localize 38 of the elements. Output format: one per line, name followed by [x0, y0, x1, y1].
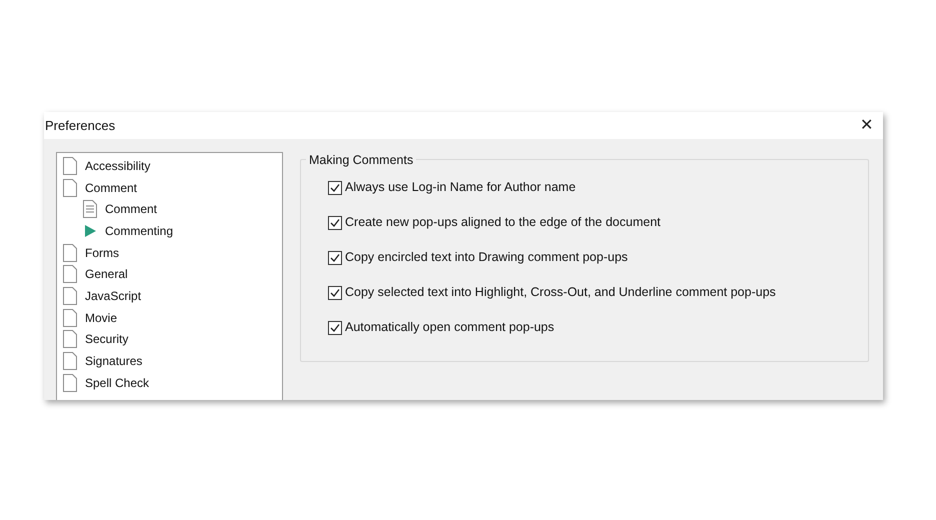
- tree-item[interactable]: Comment: [85, 178, 138, 197]
- option-label: Copy selected text into Highlight, Cross-Out, and Underline comment pop-ups: [345, 284, 776, 302]
- page-icon: [63, 374, 77, 392]
- checkmark-icon: [330, 252, 340, 262]
- checkbox[interactable]: [328, 286, 342, 300]
- page-icon: [63, 156, 77, 175]
- checkmark-icon: [330, 288, 340, 298]
- checkmark-icon: [330, 322, 340, 332]
- checkbox[interactable]: [328, 250, 342, 264]
- option-label: Create new pop-ups aligned to the edge of the document: [345, 214, 660, 232]
- option-label: Automatically open comment pop-ups: [345, 319, 554, 336]
- tree-item[interactable]: Comment: [105, 200, 158, 218]
- checkbox[interactable]: [328, 216, 342, 230]
- page-icon: [63, 308, 77, 327]
- page-icon: [63, 244, 77, 262]
- tree-item[interactable]: Forms: [85, 244, 119, 262]
- page-icon: [63, 265, 77, 284]
- page-icon: [63, 352, 77, 370]
- tree-item[interactable]: Movie: [85, 308, 118, 327]
- checkbox[interactable]: [328, 320, 342, 334]
- tree-item[interactable]: JavaScript: [85, 286, 142, 305]
- document-icon: [83, 200, 97, 218]
- checkmark-icon: [330, 182, 340, 192]
- page-icon: [63, 178, 77, 197]
- page-icon: [63, 286, 77, 305]
- page-icon: [63, 330, 77, 348]
- tree-item[interactable]: Spell Check: [85, 374, 150, 392]
- checkbox[interactable]: [328, 180, 342, 194]
- tree-item[interactable]: Security: [85, 330, 128, 348]
- checkmark-icon: [330, 218, 340, 228]
- window-title: Preferences: [44, 116, 116, 135]
- tree-item[interactable]: General: [85, 265, 128, 284]
- tree-item[interactable]: Accessibility: [85, 156, 150, 175]
- close-button[interactable]: ✕: [856, 118, 877, 134]
- option-label: Always use Log-in Name for Author name: [345, 179, 576, 196]
- tree-item[interactable]: Signatures: [85, 352, 142, 370]
- tree-item[interactable]: Commenting: [105, 222, 174, 240]
- option-label: Copy encircled text into Drawing comment pop-ups: [345, 249, 628, 266]
